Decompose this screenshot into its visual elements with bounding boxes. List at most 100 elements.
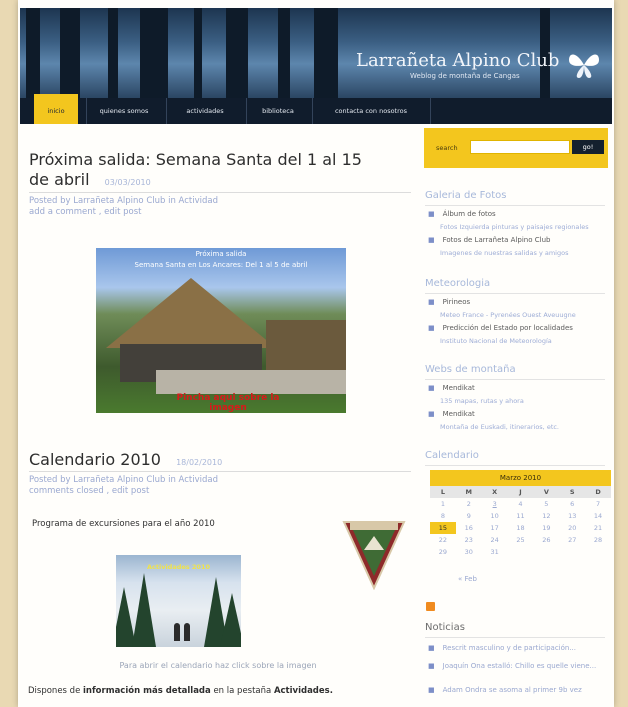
post-meta-actions[interactable]: comments closed , edit post (29, 486, 218, 497)
bottom-text-link[interactable]: Actividades. (274, 686, 333, 696)
calendar-day[interactable]: 3 (482, 498, 508, 510)
news-item-label[interactable]: Adam Ondra se asoma al primer 9b vez (443, 686, 582, 694)
club-badge-icon (342, 521, 406, 590)
sidebar-link-label[interactable]: Fotos de Larrañeta Alpino Club (443, 236, 551, 244)
calendar-day: 15 (430, 522, 456, 534)
news-item[interactable]: ■ Rescrit masculino y de participación... (428, 644, 576, 652)
sidebar-link-label[interactable]: Álbum de fotos (443, 210, 496, 218)
calendar-day-header: S (559, 486, 586, 498)
calendar-day-header: D (585, 486, 611, 498)
pine-tree-shape (220, 593, 241, 647)
calendar-day (508, 546, 534, 558)
sidebar-link-label[interactable]: Pirineos (443, 298, 471, 306)
calendar-day: 30 (464, 548, 473, 556)
tree-decoration (314, 8, 338, 98)
calendar-day: 28 (593, 536, 603, 544)
bullet-icon: ■ (428, 686, 435, 694)
hiker-figure (174, 623, 180, 641)
calendar-month: Marzo 2010 (430, 470, 611, 486)
nav-item-quienes-somos[interactable]: quienes somos (88, 98, 160, 124)
image-click-text: Pincha aqui sobre la imagen (176, 393, 280, 413)
image-caption-title: Próxima salida (195, 250, 247, 258)
post-image-hut[interactable]: Próxima salida Semana Santa en Los Ancar… (96, 248, 346, 413)
sidebar-divider (425, 637, 605, 638)
bullet-icon: ■ (428, 324, 435, 332)
news-item[interactable]: ■ Joaquín Ona estalló: Chillo es quelle v… (428, 662, 596, 670)
post-intro: Programa de excursiones para el año 2010 (32, 519, 215, 529)
post-meta-author[interactable]: Posted by Larrañeta Alpino Club in Activ… (29, 475, 218, 486)
rss-icon[interactable] (426, 602, 435, 611)
sidebar-link-label[interactable]: Mendikat (443, 410, 475, 418)
post-meta-author[interactable]: Posted by Larrañeta Alpino Club in Activ… (29, 196, 218, 207)
bullet-icon: ■ (428, 384, 435, 392)
nav-divider (166, 98, 167, 124)
hiker-figure (184, 623, 190, 641)
sidebar-heading-webs: Webs de montaña (425, 364, 516, 375)
sidebar-link[interactable]: ■ Álbum de fotos (428, 210, 496, 218)
search-label: search (436, 144, 458, 152)
calendar-grid: L M X J V S D 1 2 3 4 5 6 7 8 9 10 11 12 13 14 15 16 17 18 19 20 21… (430, 486, 611, 558)
nav-divider (312, 98, 313, 124)
calendar-day-header: X (481, 486, 508, 498)
bullet-icon: ■ (428, 210, 435, 218)
tree-decoration (194, 8, 202, 98)
sidebar-link-description: Meteo France - Pyrenées Ouest Aveuugne (440, 311, 576, 319)
sidebar-divider (425, 205, 605, 206)
hut-roof-shape (106, 278, 276, 348)
calendar-day: 7 (596, 500, 601, 508)
post-title-line1[interactable]: Próxima salida: Semana Santa del 1 al 15 (29, 150, 362, 169)
main-navigation: inicio quienes somos actividades bibliot… (20, 94, 612, 124)
bullet-icon: ■ (428, 410, 435, 418)
calendar-day: 29 (438, 548, 448, 556)
post-date: 03/03/2010 (104, 178, 151, 187)
sidebar-link-description: Imagenes de nuestras salidas y amigos (440, 249, 569, 257)
road-shape (156, 370, 346, 394)
calendar-day: 9 (466, 512, 471, 520)
calendar-day-header: V (533, 486, 560, 498)
site-title[interactable]: Larrañeta Alpino Club (356, 50, 559, 71)
news-item-label[interactable]: Rescrit masculino y de participación... (443, 644, 576, 652)
calendar-snow-image[interactable]: Actividades 2010 (116, 555, 241, 647)
calendar-day: 17 (490, 524, 499, 532)
sidebar-heading-meteorologia: Meteorologia (425, 278, 491, 289)
calendar-day: 18 (516, 524, 525, 532)
sidebar-link[interactable]: ■ Fotos de Larrañeta Alpino Club (428, 236, 550, 244)
news-item-label[interactable]: Joaquín Ona estalló: Chillo es quelle vi… (443, 662, 597, 670)
search-button[interactable]: go! (572, 140, 604, 154)
search-input[interactable] (470, 140, 570, 154)
post-title-text[interactable]: Calendario 2010 (29, 450, 161, 469)
post-title[interactable]: Próxima salida: Semana Santa del 1 al 15… (29, 150, 362, 193)
sidebar-divider (425, 379, 605, 380)
post-meta: Posted by Larrañeta Alpino Club in Activ… (29, 196, 218, 218)
nav-item-inicio[interactable]: inicio (34, 94, 78, 124)
sidebar-link[interactable]: ■ Pirineos (428, 298, 470, 306)
nav-item-biblioteca[interactable]: biblioteca (248, 98, 308, 124)
sidebar-link[interactable]: ■ Mendikat (428, 384, 475, 392)
bullet-icon: ■ (428, 298, 435, 306)
bullet-icon: ■ (428, 644, 435, 652)
bullet-icon: ■ (428, 662, 435, 670)
tree-decoration (278, 8, 290, 98)
nav-item-actividades[interactable]: actividades (168, 98, 242, 124)
calendar-day: 4 (518, 500, 523, 508)
bottom-text-bold: información más detallada (83, 686, 211, 696)
sidebar-link[interactable]: ■ Mendikat (428, 410, 475, 418)
calendar-day-header: L (430, 486, 456, 498)
post-meta-actions[interactable]: add a comment , edit post (29, 207, 218, 218)
calendar-day: 21 (593, 524, 603, 532)
nav-item-contacta[interactable]: contacta con nosotros (314, 98, 428, 124)
post-title[interactable]: Calendario 2010 18/02/2010 (29, 450, 222, 473)
calendar-day: 14 (593, 512, 603, 520)
calendar-prev-link[interactable]: « Feb (458, 575, 477, 583)
post-title-line2[interactable]: de abril (29, 170, 90, 189)
sidebar-link[interactable]: ■ Predicción del Estado por localidades (428, 324, 573, 332)
sidebar-link-description: Instituto Nacional de Meteorología (440, 337, 552, 345)
calendar-day: 11 (516, 512, 525, 520)
sidebar-link-description: 135 mapas, rutas y ahora (440, 397, 524, 405)
news-item[interactable]: ■ Adam Ondra se asoma al primer 9b vez (428, 686, 582, 694)
sidebar-link-label[interactable]: Predicción del Estado por localidades (443, 324, 573, 332)
calendar-day: 24 (490, 536, 499, 544)
sidebar-divider (425, 465, 605, 466)
sidebar-heading-noticias: Noticias (425, 622, 465, 633)
sidebar-link-label[interactable]: Mendikat (443, 384, 475, 392)
